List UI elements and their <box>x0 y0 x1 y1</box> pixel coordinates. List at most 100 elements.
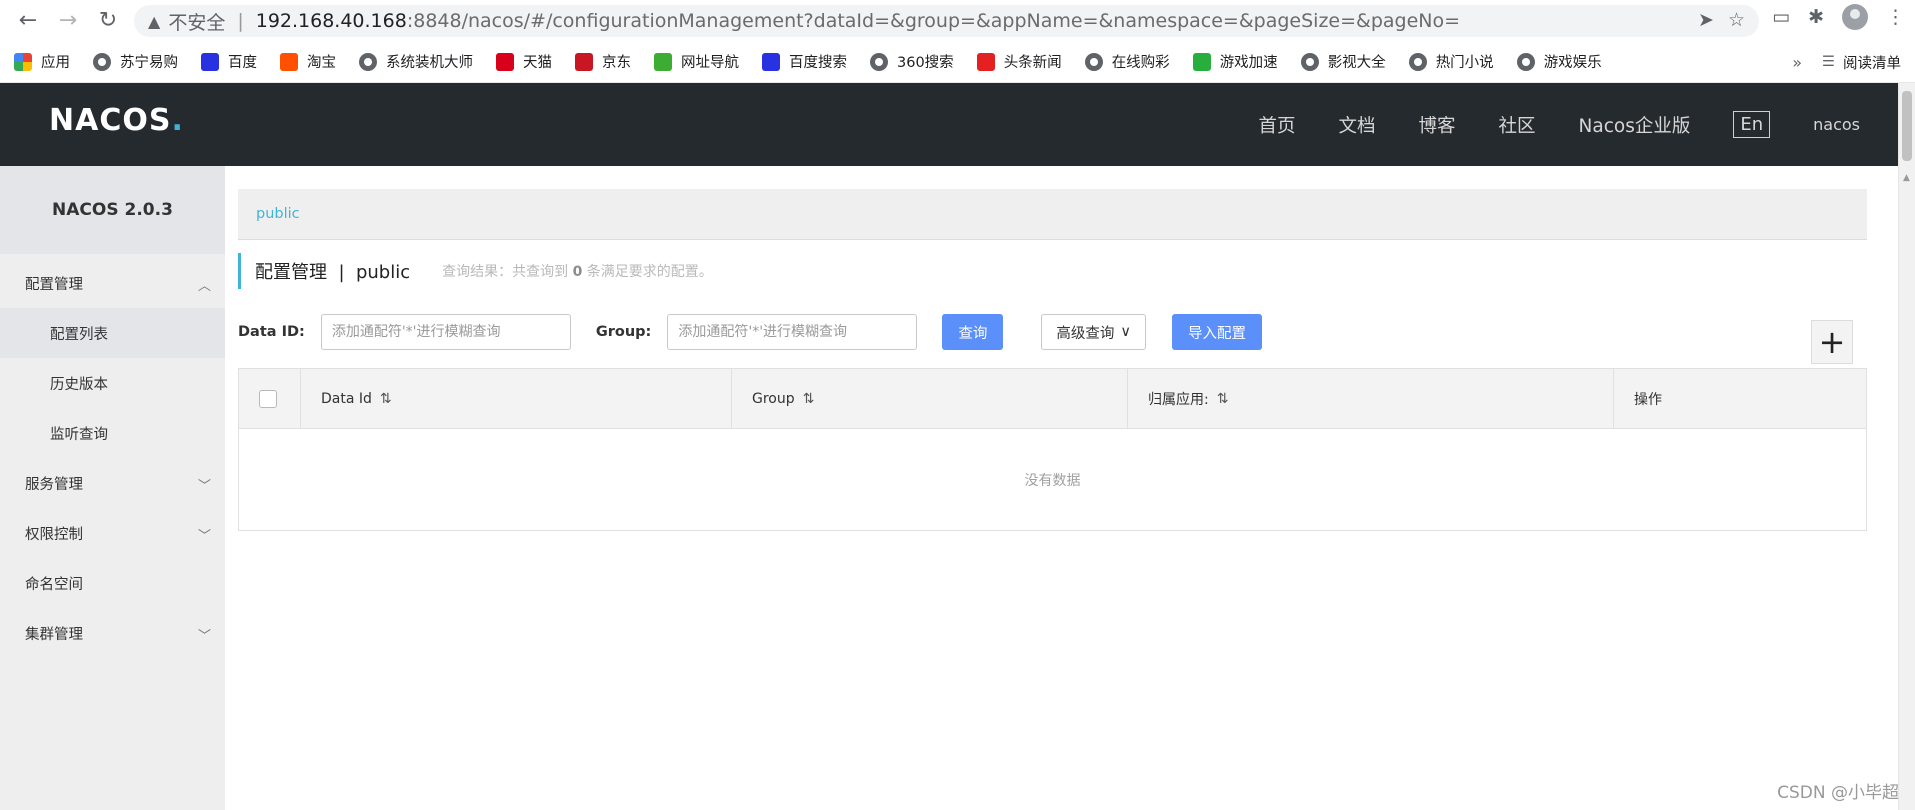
profile-avatar[interactable] <box>1842 4 1868 30</box>
sort-icon[interactable]: ⇅ <box>803 391 815 407</box>
add-config-button[interactable]: + <box>1811 320 1853 364</box>
bookmark-item[interactable]: 淘宝 <box>280 51 336 72</box>
reading-list-button[interactable]: 阅读清单 <box>1843 52 1901 73</box>
sidebar-item-history[interactable]: 历史版本 <box>0 358 225 408</box>
sort-icon[interactable]: ⇅ <box>380 391 392 407</box>
bookmark-item[interactable]: 影视大全 <box>1300 51 1386 72</box>
sidebar-group-service[interactable]: 服务管理 ﹀ <box>0 458 225 508</box>
extensions-puzzle-icon[interactable]: ✱ <box>1808 6 1824 28</box>
url-host: 192.168.40.168 <box>255 10 407 32</box>
sidebar-item-namespace[interactable]: 命名空间 <box>0 558 225 608</box>
bookmark-item[interactable]: 游戏娱乐 <box>1516 51 1602 72</box>
reload-icon[interactable]: ↻ <box>92 4 124 36</box>
bookmarks-right: » ☰ 阅读清单 <box>1792 41 1901 83</box>
game-speed-icon <box>1192 52 1211 71</box>
bookmark-item[interactable]: 头条新闻 <box>976 51 1062 72</box>
globe-icon <box>1408 52 1427 71</box>
query-button[interactable]: 查询 <box>942 314 1004 350</box>
select-all-cell <box>239 369 301 428</box>
warning-triangle-icon: ▲ <box>148 11 161 31</box>
bookmark-label: 系统装机大师 <box>386 55 473 71</box>
sidebar-group-label: 配置管理 <box>25 276 83 293</box>
sidebar-group-auth[interactable]: 权限控制 ﹀ <box>0 508 225 558</box>
bookmark-label: 头条新闻 <box>1003 55 1062 71</box>
nav-home[interactable]: 首页 <box>1258 112 1295 138</box>
chevron-up-icon: ︿ <box>197 279 211 294</box>
advanced-query-button[interactable]: 高级查询 ∨ <box>1041 314 1146 350</box>
select-all-checkbox[interactable] <box>259 389 277 408</box>
bookmark-item[interactable]: 网址导航 <box>654 51 739 72</box>
bookmark-item[interactable]: 应用 <box>14 51 70 72</box>
chevron-down-icon: ∨ <box>1120 324 1131 340</box>
bookmark-label: 百度搜索 <box>789 55 847 71</box>
sort-icon[interactable]: ⇅ <box>1217 391 1229 407</box>
column-header-app[interactable]: 归属应用: ⇅ <box>1128 369 1614 428</box>
bookmark-label: 淘宝 <box>307 55 336 71</box>
language-toggle[interactable]: En <box>1733 111 1771 138</box>
namespace-tab-public[interactable]: public <box>256 206 300 222</box>
sidebar-group-cluster[interactable]: 集群管理 ﹀ <box>0 608 225 658</box>
nav-community[interactable]: 社区 <box>1499 112 1536 138</box>
sidebar-item-listener[interactable]: 监听查询 <box>0 408 225 458</box>
menu-kebab-icon[interactable]: ⋮ <box>1886 6 1905 28</box>
import-config-button[interactable]: 导入配置 <box>1171 314 1262 350</box>
sidebar-brand: NACOS 2.0.3 <box>0 166 225 254</box>
scrollbar-thumb[interactable] <box>1902 91 1912 161</box>
nav-enterprise[interactable]: Nacos企业版 <box>1579 112 1691 138</box>
bookmarks-overflow-button[interactable]: » <box>1792 53 1802 72</box>
forward-arrow-icon[interactable]: → <box>52 4 84 36</box>
user-name[interactable]: nacos <box>1813 115 1860 134</box>
chevron-down-icon: ﹀ <box>197 629 211 644</box>
bookmark-item[interactable]: 天猫 <box>496 51 552 72</box>
browser-toolbar: ← → ↻ ▲ 不安全 | 192.168.40.168:8848/nacos/… <box>0 0 1915 41</box>
bookmark-item[interactable]: 360搜索 <box>870 51 954 72</box>
config-table: Data Id ⇅ Group ⇅ 归属应用: ⇅ 操作 没有数据 <box>238 368 1867 531</box>
star-icon[interactable]: ☆ <box>1728 9 1745 31</box>
bookmark-label: 影视大全 <box>1327 55 1386 71</box>
bookmark-label: 京东 <box>602 55 631 71</box>
bookmark-item[interactable]: 游戏加速 <box>1192 51 1278 72</box>
namespace-bar: public <box>238 189 1867 240</box>
sidebar-item-config-list[interactable]: 配置列表 <box>0 308 225 358</box>
bookmark-item[interactable]: 系统装机大师 <box>359 51 473 72</box>
scroll-up-arrow-icon[interactable]: ▲ <box>1903 173 1910 183</box>
bookmark-item[interactable]: 百度搜索 <box>762 51 847 72</box>
page-title-row: 配置管理 | public 查询结果：共查询到 0 条满足要求的配置。 <box>238 253 713 289</box>
bookmark-item[interactable]: 苏宁易购 <box>93 51 178 72</box>
search-row: Data ID: Group: 查询 高级查询 ∨ 导入配置 <box>238 314 1262 350</box>
bookmark-label: 网址导航 <box>681 55 739 71</box>
bookmark-item[interactable]: 在线购彩 <box>1084 51 1170 72</box>
globe-icon <box>1516 52 1535 71</box>
bookmark-item[interactable]: 热门小说 <box>1408 51 1494 72</box>
hao-icon <box>654 52 672 71</box>
back-arrow-icon[interactable]: ← <box>12 4 44 36</box>
empty-state: 没有数据 <box>1024 473 1081 489</box>
bookmark-item[interactable]: 百度 <box>201 51 257 72</box>
nacos-logo[interactable]: NACOS. <box>49 103 184 138</box>
sidebar-group-config[interactable]: 配置管理 ︿ <box>0 258 225 308</box>
send-icon[interactable]: ➤ <box>1698 9 1714 31</box>
baidu-paw-icon <box>762 52 780 71</box>
column-header-group[interactable]: Group ⇅ <box>732 369 1128 428</box>
bookmark-label: 游戏娱乐 <box>1543 55 1602 71</box>
page-scrollbar[interactable]: ▲ <box>1898 83 1915 810</box>
group-label: Group: <box>595 324 652 340</box>
sidebar-group-label: 权限控制 <box>25 526 83 543</box>
nav-blog[interactable]: 博客 <box>1419 112 1456 138</box>
globe-icon <box>870 52 888 71</box>
page-title: 配置管理 | public <box>255 262 411 283</box>
reader-icon[interactable]: ▭ <box>1772 6 1790 28</box>
url-path: :8848/nacos/#/configurationManagement?da… <box>406 10 1461 32</box>
bookmark-label: 苏宁易购 <box>120 55 178 71</box>
globe-icon <box>1300 52 1319 71</box>
sidebar: NACOS 2.0.3 配置管理 ︿ 配置列表 历史版本 监听查询 服务管理 ﹀… <box>0 166 225 810</box>
bookmark-item[interactable]: 京东 <box>575 51 631 72</box>
address-bar[interactable]: ▲ 不安全 | 192.168.40.168:8848/nacos/#/conf… <box>134 5 1759 37</box>
bookmark-label: 天猫 <box>523 55 552 71</box>
dataid-input[interactable] <box>320 314 571 350</box>
nacos-header: NACOS. 首页 文档 博客 社区 Nacos企业版 En nacos <box>0 83 1898 166</box>
group-input[interactable] <box>667 314 918 350</box>
column-header-dataid[interactable]: Data Id ⇅ <box>301 369 732 428</box>
nav-docs[interactable]: 文档 <box>1338 112 1375 138</box>
toutiao-icon <box>976 52 995 71</box>
